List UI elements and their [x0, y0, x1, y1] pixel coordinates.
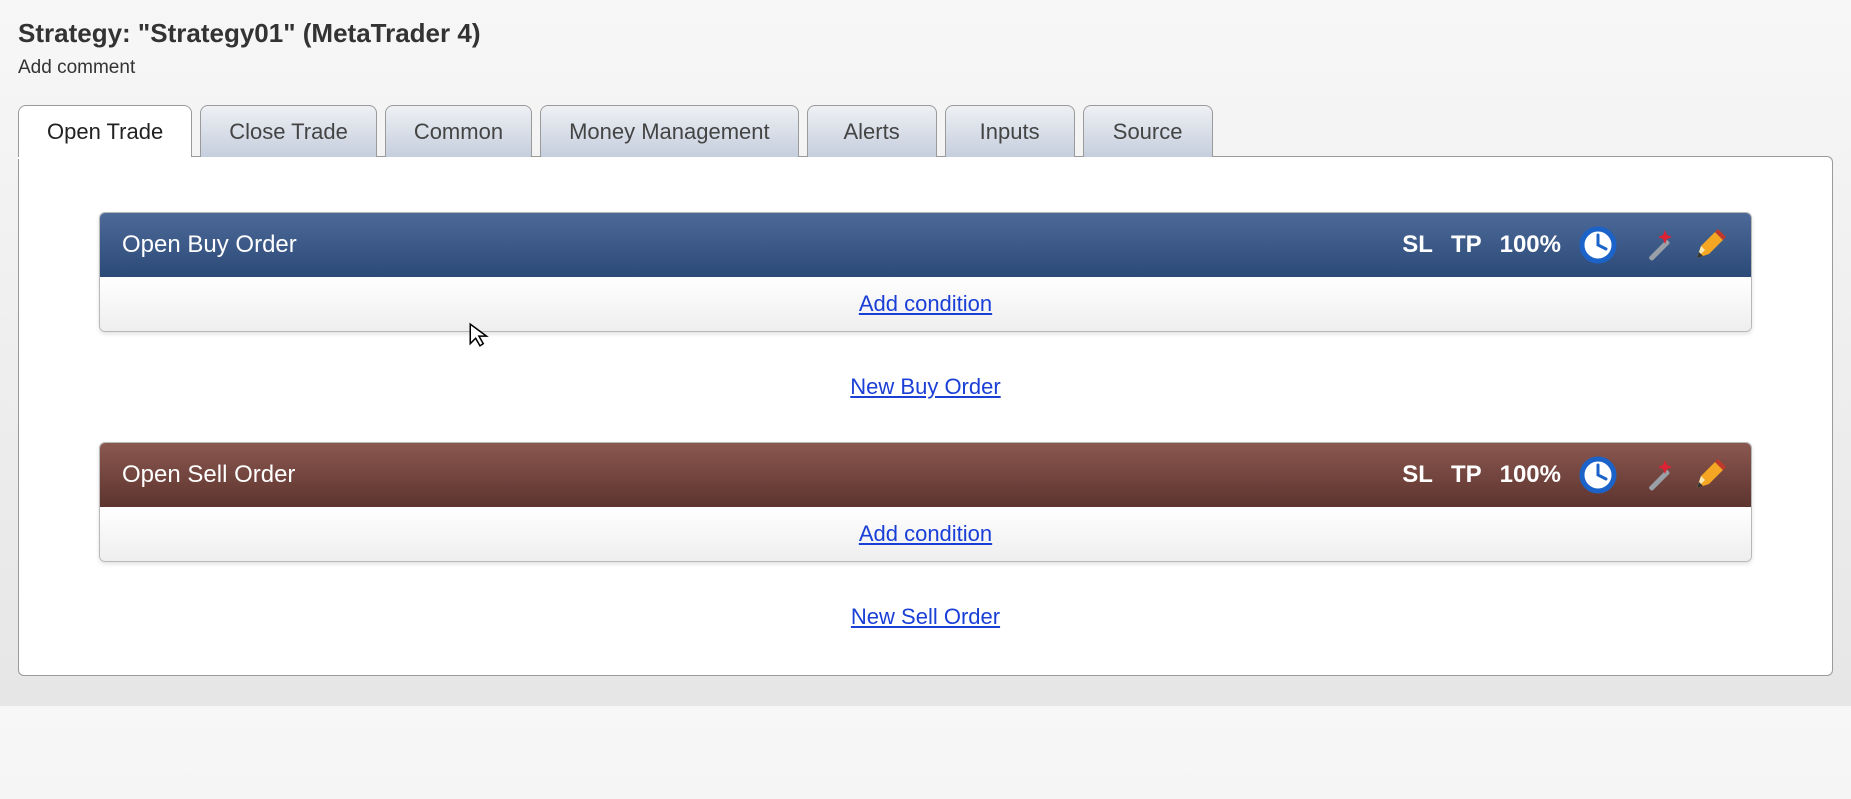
- buy-order-body: Add condition: [100, 277, 1751, 331]
- pencil-icon[interactable]: [1691, 226, 1729, 264]
- add-comment-link[interactable]: Add comment: [18, 57, 1833, 79]
- buy-tp-button[interactable]: TP: [1451, 231, 1482, 259]
- tab-money-management[interactable]: Money Management: [540, 105, 799, 157]
- sell-order-body: Add condition: [100, 507, 1751, 561]
- tab-strip: Open Trade Close Trade Common Money Mana…: [18, 105, 1833, 157]
- buy-percent-button[interactable]: 100%: [1500, 231, 1561, 259]
- new-buy-order-link[interactable]: New Buy Order: [850, 374, 1000, 399]
- tab-inputs[interactable]: Inputs: [945, 105, 1075, 157]
- tab-open-trade[interactable]: Open Trade: [18, 105, 192, 157]
- clock-icon[interactable]: [1579, 226, 1617, 264]
- open-trade-panel: Open Buy Order SL TP 100%: [18, 156, 1833, 676]
- magic-wand-icon[interactable]: [1635, 226, 1673, 264]
- new-sell-order-link[interactable]: New Sell Order: [851, 604, 1000, 629]
- open-buy-order-title: Open Buy Order: [122, 231, 297, 259]
- page-title: Strategy: "Strategy01" (MetaTrader 4): [18, 18, 1833, 49]
- buy-add-condition-link[interactable]: Add condition: [859, 291, 992, 317]
- tab-common[interactable]: Common: [385, 105, 532, 157]
- pencil-icon[interactable]: [1691, 456, 1729, 494]
- buy-sl-button[interactable]: SL: [1402, 231, 1433, 259]
- sell-sl-button[interactable]: SL: [1402, 461, 1433, 489]
- open-buy-order-block: Open Buy Order SL TP 100%: [99, 212, 1752, 332]
- sell-tp-button[interactable]: TP: [1451, 461, 1482, 489]
- open-sell-order-header: Open Sell Order SL TP 100%: [100, 443, 1751, 507]
- sell-add-condition-link[interactable]: Add condition: [859, 521, 992, 547]
- sell-percent-button[interactable]: 100%: [1500, 461, 1561, 489]
- tab-alerts[interactable]: Alerts: [807, 105, 937, 157]
- open-sell-order-block: Open Sell Order SL TP 100%: [99, 442, 1752, 562]
- tab-close-trade[interactable]: Close Trade: [200, 105, 377, 157]
- tab-source[interactable]: Source: [1083, 105, 1213, 157]
- open-buy-order-header: Open Buy Order SL TP 100%: [100, 213, 1751, 277]
- open-sell-order-title: Open Sell Order: [122, 461, 295, 489]
- magic-wand-icon[interactable]: [1635, 456, 1673, 494]
- clock-icon[interactable]: [1579, 456, 1617, 494]
